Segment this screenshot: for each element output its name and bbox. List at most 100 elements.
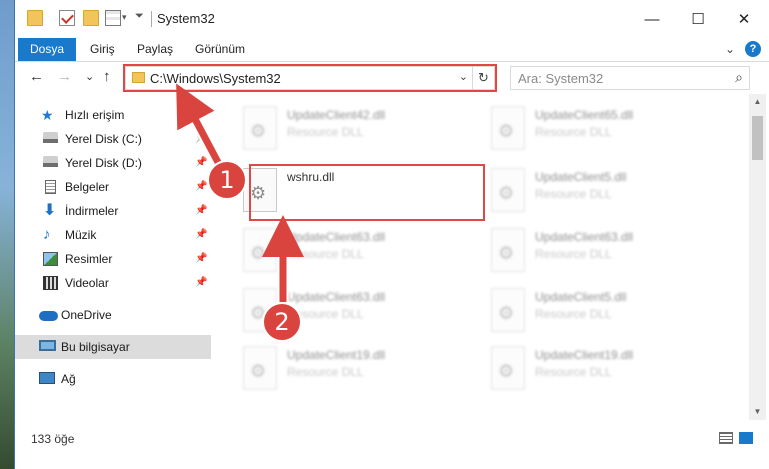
address-highlight-box: [123, 64, 497, 92]
pin-icon[interactable]: 📌: [195, 271, 207, 295]
pictures-icon: [43, 252, 58, 266]
properties-icon[interactable]: [105, 10, 121, 26]
folder-icon: [27, 10, 43, 26]
sidebar-item-quick-access[interactable]: ★ Hızlı erişim: [15, 103, 211, 127]
video-icon: [43, 276, 58, 290]
file-item[interactable]: UpdateClient19.dll Resource DLL: [237, 342, 477, 398]
navigation-bar: ← → ⌄ ↑ C:\Windows\System32 ⌄ ↻ Ara: Sys…: [15, 62, 769, 94]
forward-button[interactable]: →: [57, 68, 72, 85]
pin-icon[interactable]: 📌: [195, 223, 207, 247]
file-item[interactable]: UpdateClient65.dll Resource DLL: [485, 102, 725, 158]
sidebar-item-network[interactable]: Ağ: [15, 367, 211, 391]
sidebar-item-label: Videolar: [65, 276, 109, 290]
tab-share[interactable]: Paylaş: [125, 38, 185, 61]
dll-file-icon: [491, 228, 525, 272]
tab-file[interactable]: Dosya: [18, 38, 77, 61]
status-bar: 133 öğe: [15, 426, 769, 450]
dll-file-icon: [243, 346, 277, 390]
ribbon-tabs: Dosya Giriş Paylaş Görünüm ⌄ ?: [15, 38, 769, 62]
sidebar-item-documents[interactable]: Belgeler 📌: [15, 175, 211, 199]
recent-locations-button[interactable]: ⌄: [85, 70, 94, 83]
new-folder-icon[interactable]: [83, 10, 99, 26]
file-list: UpdateClient42.dll Resource DLL UpdateCl…: [235, 94, 747, 420]
sidebar-item-local-disk-d[interactable]: Yerel Disk (D:) 📌: [15, 151, 211, 175]
pin-icon[interactable]: 📌: [195, 247, 207, 271]
sidebar-item-label: Bu bilgisayar: [61, 340, 130, 354]
qa-dropdown-icon[interactable]: ▾: [122, 12, 127, 23]
network-icon: [39, 372, 55, 384]
minimize-button[interactable]: —: [629, 0, 675, 38]
file-item[interactable]: UpdateClient19.dll Resource DLL: [485, 342, 725, 398]
sidebar-item-label: Belgeler: [65, 180, 110, 194]
file-type: Resource DLL: [287, 125, 364, 139]
sidebar-item-label: Resimler: [65, 252, 113, 266]
pin-icon[interactable]: 📌: [195, 127, 207, 151]
pin-icon[interactable]: 📌: [195, 199, 207, 223]
disk-icon: [43, 132, 58, 146]
file-item[interactable]: UpdateClient42.dll Resource DLL: [237, 102, 477, 158]
scroll-up-icon[interactable]: ▲: [749, 94, 766, 110]
file-item[interactable]: UpdateClient63.dll Resource DLL: [485, 224, 725, 280]
step-2-badge: 2: [262, 302, 302, 342]
vertical-scrollbar[interactable]: ▲ ▼: [749, 94, 766, 420]
computer-icon: [39, 340, 56, 351]
dll-file-icon: [243, 106, 277, 150]
file-type: Resource DLL: [535, 247, 612, 261]
file-item[interactable]: UpdateClient63.dll Resource DLL: [237, 224, 477, 280]
dll-file-icon: [243, 228, 277, 272]
file-name: UpdateClient19.dll: [287, 348, 386, 362]
item-count: 133 öğe: [31, 432, 75, 446]
download-icon: ⬇: [43, 202, 57, 219]
file-name: UpdateClient63.dll: [287, 290, 386, 304]
sidebar-item-label: Yerel Disk (C:): [65, 132, 142, 146]
sidebar-item-downloads[interactable]: ⬇ İndirmeler 📌: [15, 199, 211, 223]
file-item[interactable]: UpdateClient5.dll Resource DLL: [485, 284, 725, 340]
sidebar-item-music[interactable]: ♪ Müzik 📌: [15, 223, 211, 247]
maximize-button[interactable]: ☐: [675, 0, 721, 38]
file-type: Resource DLL: [287, 247, 364, 261]
file-name: UpdateClient63.dll: [287, 230, 386, 244]
sidebar-item-pictures[interactable]: Resimler 📌: [15, 247, 211, 271]
details-view-icon[interactable]: [719, 432, 733, 444]
sidebar-item-videos[interactable]: Videolar 📌: [15, 271, 211, 295]
tab-view[interactable]: Görünüm: [183, 38, 257, 61]
scroll-down-icon[interactable]: ▼: [749, 404, 766, 420]
navigation-pane: ★ Hızlı erişim Yerel Disk (C:) 📌 Yerel D…: [15, 94, 213, 420]
dll-file-icon: [491, 106, 525, 150]
file-type: Resource DLL: [535, 365, 612, 379]
back-button[interactable]: ←: [29, 68, 44, 85]
sidebar-item-local-disk-c[interactable]: Yerel Disk (C:) 📌: [15, 127, 211, 151]
file-name: UpdateClient19.dll: [535, 348, 634, 362]
up-button[interactable]: ↑: [103, 68, 111, 85]
ribbon-expand-icon[interactable]: ⌄: [725, 42, 735, 56]
sidebar-item-label: Hızlı erişim: [65, 108, 125, 122]
sidebar-item-label: İndirmeler: [65, 204, 119, 218]
dll-file-icon: [491, 288, 525, 332]
sidebar-item-label: Müzik: [65, 228, 97, 242]
customize-toolbar-icon[interactable]: ⏷: [135, 10, 144, 23]
pin-icon[interactable]: 📌: [195, 175, 207, 199]
scroll-thumb[interactable]: [752, 116, 763, 160]
sidebar-item-this-pc[interactable]: Bu bilgisayar: [15, 335, 211, 359]
window-title: System32: [157, 11, 215, 26]
large-icons-view-icon[interactable]: [739, 432, 753, 444]
cloud-icon: [39, 311, 58, 321]
music-icon: ♪: [43, 226, 51, 243]
sidebar-item-label: Yerel Disk (D:): [65, 156, 142, 170]
explorer-window: ▾ ⏷ System32 — ☐ ✕ Dosya Giriş Paylaş Gö…: [14, 0, 769, 469]
close-button[interactable]: ✕: [721, 0, 767, 38]
disk-icon: [43, 156, 58, 170]
search-icon[interactable]: ⌕: [735, 69, 743, 86]
tab-home[interactable]: Giriş: [78, 38, 127, 61]
pin-icon[interactable]: 📌: [195, 151, 207, 175]
sidebar-item-onedrive[interactable]: OneDrive: [15, 303, 211, 327]
help-icon[interactable]: ?: [745, 41, 761, 57]
title-bar: ▾ ⏷ System32 — ☐ ✕: [15, 0, 769, 38]
dll-file-icon: [491, 346, 525, 390]
step-1-badge: 1: [207, 160, 247, 200]
search-placeholder: Ara: System32: [518, 71, 604, 86]
search-input[interactable]: Ara: System32 ⌕: [510, 66, 750, 90]
file-item[interactable]: UpdateClient5.dll Resource DLL: [485, 164, 725, 220]
properties-check-icon[interactable]: [59, 10, 75, 26]
file-type: Resource DLL: [535, 125, 612, 139]
